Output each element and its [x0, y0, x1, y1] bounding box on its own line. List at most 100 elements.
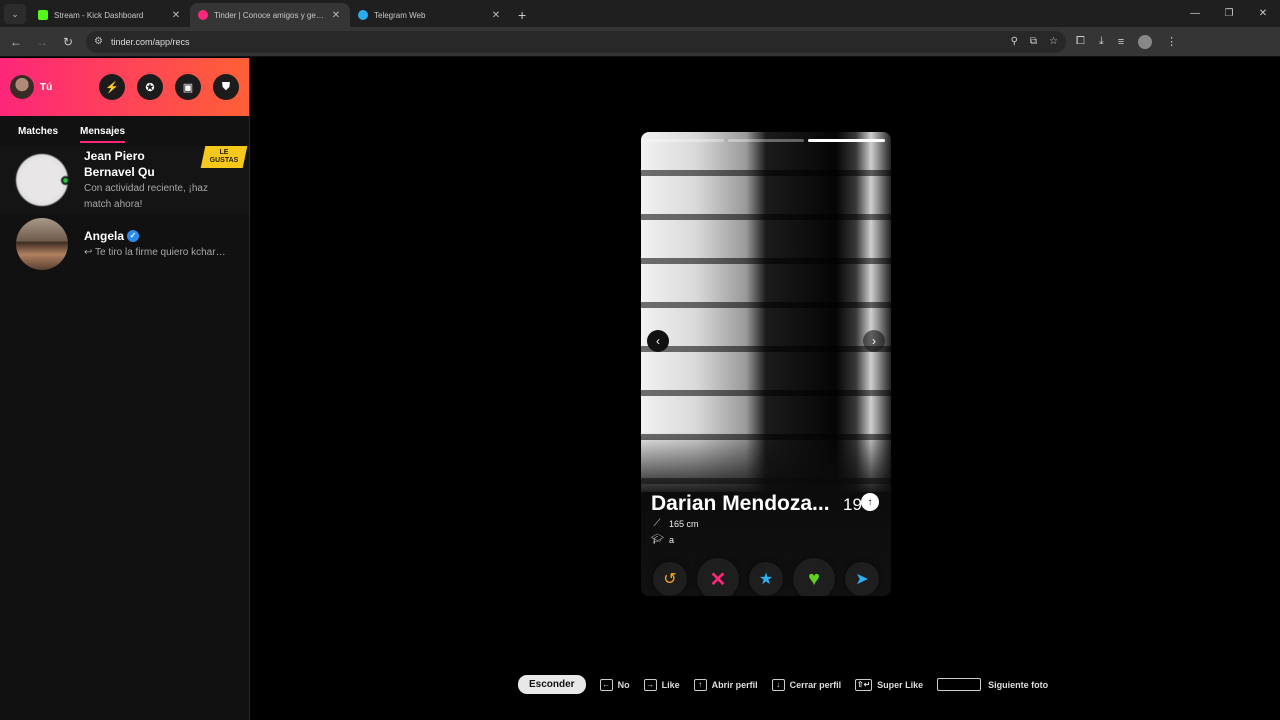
back-icon[interactable]: ←	[8, 35, 24, 49]
online-indicator	[61, 176, 70, 185]
minimize-icon[interactable]: —	[1178, 8, 1212, 19]
close-tab-icon[interactable]: ✕	[490, 10, 502, 21]
send-button[interactable]: ➤	[845, 562, 879, 596]
window-controls: — ❐ ✕	[1178, 0, 1280, 27]
browser-tools: ⧠ ⤓ ≡ ⋮	[1076, 34, 1177, 49]
bookmark-star-icon[interactable]: ☆	[1049, 36, 1058, 47]
location-icon[interactable]: ⚲	[1011, 36, 1018, 47]
height-value: 165 cm	[669, 518, 699, 529]
browser-tab-strip: ⌄ Stream - Kick Dashboard ✕ Tinder | Con…	[0, 0, 1280, 27]
tab-tinder[interactable]: Tinder | Conoce amigos y gente ✕	[190, 3, 350, 27]
previous-photo-button[interactable]: ‹	[647, 330, 669, 352]
tab-title: Tinder | Conoce amigos y gente	[214, 10, 324, 20]
super-like-button[interactable]: ★	[749, 562, 783, 596]
match-name-row: Angela ✓	[84, 228, 244, 244]
briefcase-icon[interactable]: ▣	[175, 74, 201, 100]
avatar	[16, 154, 70, 206]
sidebar: Tú ⚡ ✪ ▣ ⛊ Matches Mensajes Jean Piero B…	[0, 58, 250, 720]
education-value: a	[669, 534, 675, 545]
kick-favicon-icon	[38, 10, 48, 20]
my-profile-label[interactable]: Tú	[40, 82, 52, 93]
education-row: 🎓︎ a	[651, 534, 674, 545]
sidebar-header: Tú ⚡ ✪ ▣ ⛊	[0, 58, 249, 116]
reload-icon[interactable]: ↻	[60, 35, 76, 49]
keyboard-hints: Esconder ← No → Like ↑ Abrir perfil ↓ Ce…	[518, 675, 1048, 694]
site-info-icon[interactable]: ⚙	[94, 36, 103, 47]
message-preview: ↩ Te tiro la firme quiero kchar…	[84, 246, 226, 258]
sidebar-tabs: Matches Mensajes	[0, 116, 249, 146]
telegram-favicon-icon	[358, 10, 368, 20]
tab-search-button[interactable]: ⌄	[4, 4, 26, 24]
photo-progress-segment[interactable]	[647, 139, 724, 142]
message-preview: Con actividad reciente, ¡haz match ahora…	[84, 182, 208, 210]
match-name: Angela	[84, 228, 125, 243]
tab-telegram[interactable]: Telegram Web ✕	[350, 3, 510, 27]
next-photo-button[interactable]: ›	[863, 330, 885, 352]
media-controls-icon[interactable]: ≡	[1118, 36, 1124, 48]
up-key-icon: ↑	[693, 678, 707, 691]
like-button[interactable]: ♥	[793, 558, 835, 596]
rewind-button[interactable]: ↺	[653, 562, 687, 596]
boost-icon[interactable]: ⚡	[99, 74, 125, 100]
downloads-icon[interactable]: ⤓	[1099, 35, 1104, 48]
url-bar[interactable]: ⚙ tinder.com/app/recs ⚲ ⧉ ☆	[86, 30, 1066, 53]
photo-progress-segment[interactable]	[808, 139, 886, 142]
install-app-icon[interactable]: ⧉	[1030, 36, 1037, 47]
height-row: ⟋ 165 cm	[651, 518, 699, 529]
my-avatar[interactable]	[10, 75, 34, 99]
photo-progress	[647, 139, 886, 142]
hint-label: Siguiente foto	[988, 679, 1049, 690]
hint-label: No	[617, 679, 630, 690]
graduation-cap-icon: 🎓︎	[651, 534, 664, 545]
hint-open-profile: ↑ Abrir perfil	[693, 678, 758, 691]
nope-button[interactable]: ✕	[697, 558, 739, 596]
profile-card[interactable]: ‹ › Darian Mendoza... 19 ↑ ⟋ 165 cm 🎓︎ a…	[641, 132, 891, 596]
extensions-icon[interactable]: ⧠	[1076, 35, 1085, 48]
tab-matches[interactable]: Matches	[18, 122, 58, 141]
address-toolbar: ← → ↻ ⚙ tinder.com/app/recs ⚲ ⧉ ☆ ⧠ ⤓ ≡ …	[0, 27, 1280, 57]
avatar	[16, 218, 68, 270]
close-window-icon[interactable]: ✕	[1246, 8, 1280, 19]
message-item[interactable]: Angela ✓ ↩ Te tiro la firme quiero kchar…	[0, 214, 249, 274]
hint-label: Super Like	[877, 679, 924, 690]
tab-mensajes[interactable]: Mensajes	[80, 122, 126, 143]
new-tab-icon[interactable]: +	[518, 7, 526, 23]
likes-you-badge: LE GUSTAS	[200, 146, 248, 168]
hide-hints-button[interactable]: Esconder	[518, 675, 586, 694]
hint-label: Like	[661, 679, 680, 690]
explore-compass-icon[interactable]: ✪	[137, 74, 163, 100]
verified-badge-icon: ✓	[127, 230, 140, 243]
message-body: Angela ✓ ↩ Te tiro la firme quiero kchar…	[84, 228, 244, 261]
ruler-icon: ⟋	[653, 518, 661, 529]
shift-enter-key-icon: ⇧↵	[855, 678, 873, 691]
more-menu-icon[interactable]: ⋮	[1166, 35, 1177, 48]
header-icons: ⚡ ✪ ▣ ⛊	[99, 74, 239, 100]
url-text[interactable]: tinder.com/app/recs	[111, 37, 190, 47]
close-tab-icon[interactable]: ✕	[170, 10, 182, 21]
profile-avatar[interactable]	[1138, 34, 1153, 49]
message-item[interactable]: Jean Piero Bernavel Qu Con actividad rec…	[0, 146, 249, 214]
close-tab-icon[interactable]: ✕	[330, 10, 342, 21]
match-name: Jean Piero Bernavel Qu	[84, 148, 155, 179]
hint-like: → Like	[643, 678, 680, 691]
hint-next-photo: Siguiente foto	[937, 678, 1048, 691]
down-key-icon: ↓	[771, 678, 785, 691]
forward-icon[interactable]: →	[34, 35, 50, 49]
space-key-icon	[937, 678, 982, 691]
tab-title: Telegram Web	[374, 10, 426, 20]
left-key-icon: ←	[599, 678, 613, 691]
profile-name: Darian Mendoza...	[651, 492, 830, 515]
right-key-icon: →	[643, 678, 657, 691]
hint-label: Abrir perfil	[711, 679, 758, 690]
tab-kick[interactable]: Stream - Kick Dashboard ✕	[30, 3, 190, 27]
restore-icon[interactable]: ❐	[1212, 8, 1246, 19]
action-buttons: ↺ ✕ ★ ♥ ➤	[641, 558, 891, 596]
photo-progress-segment[interactable]	[727, 139, 805, 142]
profile-age: 19	[843, 495, 862, 514]
safety-shield-icon[interactable]: ⛊	[213, 74, 239, 100]
hint-no: ← No	[599, 678, 630, 691]
tab-title: Stream - Kick Dashboard	[54, 10, 144, 20]
tinder-favicon-icon	[198, 10, 208, 20]
url-actions: ⚲ ⧉ ☆	[1011, 36, 1058, 47]
open-profile-button[interactable]: ↑	[861, 493, 879, 511]
